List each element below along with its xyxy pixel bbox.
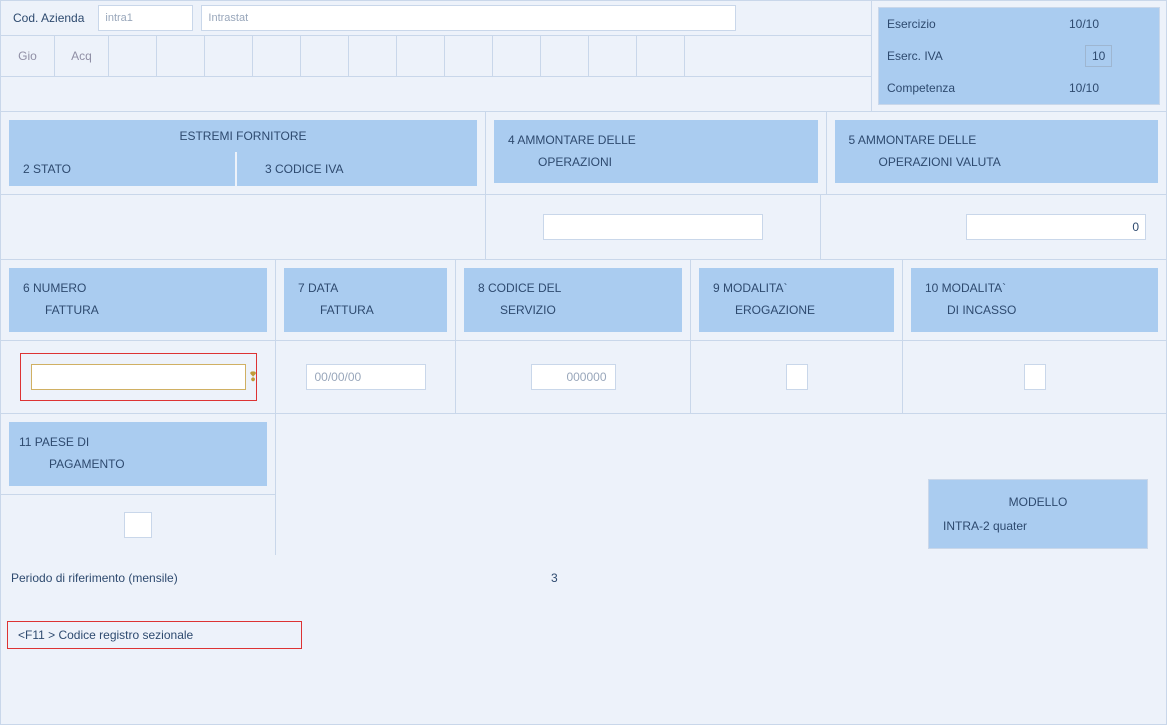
ammontare-valuta-input[interactable]: 0 — [966, 214, 1146, 240]
tab-blank[interactable] — [253, 36, 301, 76]
tab-blank[interactable] — [541, 36, 589, 76]
estremi-fornitore-block: ESTREMI FORNITORE 2 STATO 3 CODICE IVA — [1, 112, 486, 194]
tab-blank[interactable] — [205, 36, 253, 76]
paese-pagamento-h2: PAGAMENTO — [19, 454, 257, 476]
tab-blank[interactable] — [493, 36, 541, 76]
tab-blank[interactable] — [349, 36, 397, 76]
numero-fattura-highlight: ❢ — [20, 353, 257, 401]
numero-fattura-h2: FATTURA — [23, 300, 253, 322]
lookup-icon[interactable]: ❢ — [248, 369, 259, 385]
modalita-incasso-h1: 10 MODALITA` — [925, 278, 1144, 300]
modalita-incasso-h2: DI INCASSO — [925, 300, 1144, 322]
codice-servizio-input[interactable]: 000000 — [531, 364, 616, 390]
fornitore-value-cell — [1, 195, 486, 259]
stato-header: 2 STATO — [9, 152, 237, 186]
col5-line1: 5 AMMONTARE DELLE — [849, 130, 1145, 152]
ammontare-valuta-block: 5 AMMONTARE DELLE OPERAZIONI VALUTA — [827, 112, 1167, 194]
periodo-value: 3 — [551, 571, 558, 585]
col5-line2: OPERAZIONI VALUTA — [849, 152, 1145, 174]
modello-box: MODELLO INTRA-2 quater — [928, 479, 1148, 549]
form-container: Cod. Azienda Gio Acq — [0, 0, 1167, 725]
ammontare-valuta-cell: 0 — [821, 195, 1167, 259]
eserc-iva-label: Eserc. IVA — [879, 49, 1069, 63]
ammontare-operazioni-input[interactable] — [543, 214, 763, 240]
tab-blank[interactable] — [637, 36, 685, 76]
tab-blank[interactable] — [109, 36, 157, 76]
col4-line1: 4 AMMONTARE DELLE — [508, 130, 804, 152]
codice-iva-header: 3 CODICE IVA — [237, 152, 477, 186]
cod-azienda-input[interactable] — [98, 5, 193, 31]
estremi-fornitore-title: ESTREMI FORNITORE — [9, 120, 477, 152]
tab-blank[interactable] — [301, 36, 349, 76]
data-fattura-input[interactable]: 00/00/00 — [306, 364, 426, 390]
tab-acq[interactable]: Acq — [55, 36, 109, 76]
tab-blank[interactable] — [589, 36, 637, 76]
paese-pagamento-h1: 11 PAESE DI — [19, 432, 257, 454]
competenza-label: Competenza — [879, 81, 1069, 95]
tab-blank[interactable] — [397, 36, 445, 76]
modello-value: INTRA-2 quater — [943, 514, 1133, 538]
tab-blank[interactable] — [445, 36, 493, 76]
ammontare-operazioni-cell — [486, 195, 821, 259]
modalita-erogazione-h2: EROGAZIONE — [713, 300, 880, 322]
numero-fattura-h1: 6 NUMERO — [23, 278, 253, 300]
tab-blank[interactable] — [157, 36, 205, 76]
eserc-iva-value: 10 — [1085, 45, 1112, 67]
f11-hint: <F11 > Codice registro sezionale — [7, 621, 302, 649]
modalita-erogazione-h1: 9 MODALITA` — [713, 278, 880, 300]
col4-line2: OPERAZIONI — [508, 152, 804, 174]
cod-azienda-label: Cod. Azienda — [7, 5, 90, 31]
codice-servizio-h1: 8 CODICE DEL — [478, 278, 668, 300]
esercizio-value: 10/10 — [1069, 17, 1099, 31]
competenza-value: 10/10 — [1069, 81, 1099, 95]
tab-gio[interactable]: Gio — [1, 36, 55, 76]
modello-title: MODELLO — [943, 490, 1133, 514]
azienda-desc-input[interactable] — [201, 5, 736, 31]
ammontare-operazioni-block: 4 AMMONTARE DELLE OPERAZIONI — [486, 112, 827, 194]
data-fattura-h1: 7 DATA — [298, 278, 433, 300]
fiscal-info-box: Esercizio 10/10 Eserc. IVA 10 Competenza… — [878, 7, 1160, 105]
modalita-incasso-input[interactable] — [1024, 364, 1046, 390]
codice-servizio-h2: SERVIZIO — [478, 300, 668, 322]
periodo-label: Periodo di riferimento (mensile) — [11, 571, 551, 585]
paese-pagamento-input[interactable] — [124, 512, 152, 538]
esercizio-label: Esercizio — [879, 17, 1069, 31]
journal-tabs: Gio Acq — [1, 35, 871, 77]
numero-fattura-input[interactable]: ❢ — [31, 364, 246, 390]
data-fattura-h2: FATTURA — [298, 300, 433, 322]
modalita-erogazione-input[interactable] — [786, 364, 808, 390]
